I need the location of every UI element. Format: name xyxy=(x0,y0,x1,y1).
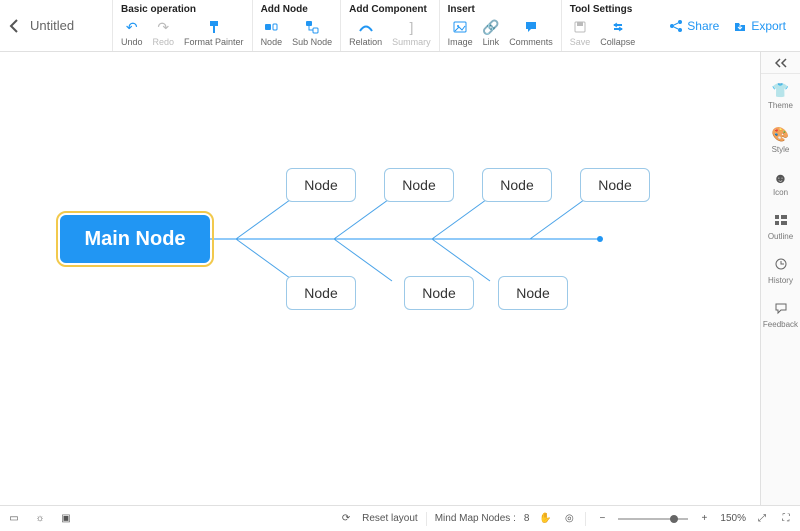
back-button[interactable] xyxy=(0,0,28,51)
center-icon[interactable]: ◎ xyxy=(561,512,577,526)
palette-icon: 🎨 xyxy=(772,126,789,143)
export-button[interactable]: Export xyxy=(733,19,786,33)
subnode-icon xyxy=(304,19,320,35)
add-subnode-button[interactable]: Sub Node xyxy=(292,19,332,47)
smiley-icon: ☻ xyxy=(773,170,788,186)
top-toolbar: Untitled Basic operation ↶ Undo ↷ Redo F… xyxy=(0,0,800,52)
reset-layout-icon[interactable]: ⟳ xyxy=(338,512,354,526)
relation-button[interactable]: Relation xyxy=(349,19,382,47)
group-title: Tool Settings xyxy=(570,4,636,15)
zoom-in-button[interactable]: + xyxy=(696,512,712,526)
feedback-icon xyxy=(774,301,788,318)
zoom-out-button[interactable]: − xyxy=(594,512,610,526)
paintbrush-icon xyxy=(206,19,222,35)
group-insert: Insert Image 🔗 Link Comments xyxy=(439,0,561,51)
document-title[interactable]: Untitled xyxy=(28,0,112,51)
group-title: Add Component xyxy=(349,4,431,15)
relation-icon xyxy=(358,19,374,35)
fullscreen-icon[interactable]: ⛶ xyxy=(778,512,794,526)
collapse-panel-button[interactable] xyxy=(761,52,800,74)
child-node[interactable]: Node xyxy=(404,276,474,310)
outline-icon xyxy=(774,213,788,230)
header-actions: Share Export xyxy=(669,0,800,51)
insert-image-button[interactable]: Image xyxy=(448,19,473,47)
save-icon xyxy=(572,19,588,35)
history-button[interactable]: History xyxy=(761,249,800,293)
group-tool-settings: Tool Settings Save Collapse xyxy=(561,0,644,51)
child-node[interactable]: Node xyxy=(482,168,552,202)
child-node[interactable]: Node xyxy=(286,168,356,202)
main-node[interactable]: Main Node xyxy=(60,215,210,263)
group-title: Add Node xyxy=(261,4,333,15)
group-title: Insert xyxy=(448,4,553,15)
add-node-button[interactable]: Node xyxy=(261,19,283,47)
icon-button[interactable]: ☻ Icon xyxy=(761,162,800,205)
nodes-count-value: 8 xyxy=(524,513,530,524)
child-node[interactable]: Node xyxy=(580,168,650,202)
image-icon xyxy=(452,19,468,35)
clock-icon xyxy=(774,257,788,274)
outline-button[interactable]: Outline xyxy=(761,205,800,249)
collapse-button[interactable]: Collapse xyxy=(600,19,635,47)
presentation-icon[interactable]: ▣ xyxy=(58,512,74,526)
pan-icon[interactable]: ✋ xyxy=(537,512,553,526)
insert-comments-button[interactable]: Comments xyxy=(509,19,553,47)
reset-layout-label[interactable]: Reset layout xyxy=(362,513,418,524)
right-panel: 👕 Theme 🎨 Style ☻ Icon Outline History xyxy=(760,52,800,505)
group-basic-operation: Basic operation ↶ Undo ↷ Redo Format Pai… xyxy=(112,0,252,51)
share-button[interactable]: Share xyxy=(669,19,719,33)
bottom-bar: ▭ ☼ ▣ ⟳ Reset layout Mind Map Nodes : 8 … xyxy=(0,505,800,531)
summary-button[interactable]: ] Summary xyxy=(392,19,431,47)
undo-button[interactable]: ↶ Undo xyxy=(121,19,143,47)
style-button[interactable]: 🎨 Style xyxy=(761,118,800,162)
comment-icon xyxy=(523,19,539,35)
collapse-icon xyxy=(610,19,626,35)
redo-button[interactable]: ↷ Redo xyxy=(153,19,175,47)
group-title: Basic operation xyxy=(121,4,244,15)
link-icon: 🔗 xyxy=(483,19,499,35)
redo-icon: ↷ xyxy=(155,19,171,35)
zoom-slider[interactable] xyxy=(618,518,688,520)
child-node[interactable]: Node xyxy=(384,168,454,202)
theme-button[interactable]: 👕 Theme xyxy=(761,74,800,118)
save-button[interactable]: Save xyxy=(570,19,591,47)
group-add-component: Add Component Relation ] Summary xyxy=(340,0,439,51)
view-mode-icon[interactable]: ▭ xyxy=(6,512,22,526)
export-icon xyxy=(733,19,747,33)
mindmap-edges xyxy=(0,52,760,505)
child-node[interactable]: Node xyxy=(498,276,568,310)
summary-icon: ] xyxy=(403,19,419,35)
feedback-button[interactable]: Feedback xyxy=(761,293,800,337)
nodes-count-label: Mind Map Nodes : xyxy=(435,513,516,524)
share-icon xyxy=(669,19,683,33)
child-node[interactable]: Node xyxy=(286,276,356,310)
node-icon xyxy=(263,19,279,35)
group-add-node: Add Node Node Sub Node xyxy=(252,0,341,51)
insert-link-button[interactable]: 🔗 Link xyxy=(483,19,500,47)
brightness-icon[interactable]: ☼ xyxy=(32,512,48,526)
undo-icon: ↶ xyxy=(124,19,140,35)
fit-screen-icon[interactable]: ⤢ xyxy=(754,512,770,526)
zoom-level: 150% xyxy=(720,513,746,524)
format-painter-button[interactable]: Format Painter xyxy=(184,19,244,47)
theme-icon: 👕 xyxy=(772,82,789,99)
canvas[interactable]: Main Node Node Node Node Node Node Node … xyxy=(0,52,760,505)
